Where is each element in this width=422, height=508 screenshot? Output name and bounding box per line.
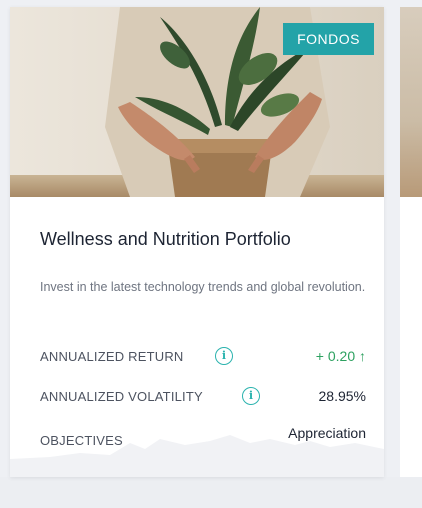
metric-value-return: + 0.20 ↑ <box>315 348 366 364</box>
card-title[interactable]: Wellness and Nutrition Portfolio <box>40 229 291 250</box>
metric-row-annualized-volatility: ANNUALIZED VOLATILITY i 28.95% <box>40 387 366 409</box>
next-card-edge[interactable] <box>400 7 422 477</box>
page-background <box>0 477 422 508</box>
category-badge: FONDOS <box>283 23 374 55</box>
info-icon[interactable]: i <box>215 347 233 365</box>
metric-label: ANNUALIZED RETURN <box>40 349 184 364</box>
mountain-chart-overlay <box>10 435 384 477</box>
metric-row-annualized-return: ANNUALIZED RETURN i + 0.20 ↑ <box>40 347 366 369</box>
next-card-image <box>400 7 422 197</box>
metric-value-volatility: 28.95% <box>318 388 366 404</box>
info-icon[interactable]: i <box>242 387 260 405</box>
portfolio-card[interactable]: FONDOS Wellness and Nutrition Portfolio … <box>10 7 384 477</box>
card-image: FONDOS <box>10 7 384 197</box>
metric-label: ANNUALIZED VOLATILITY <box>40 389 203 404</box>
card-description: Invest in the latest technology trends a… <box>40 280 366 294</box>
